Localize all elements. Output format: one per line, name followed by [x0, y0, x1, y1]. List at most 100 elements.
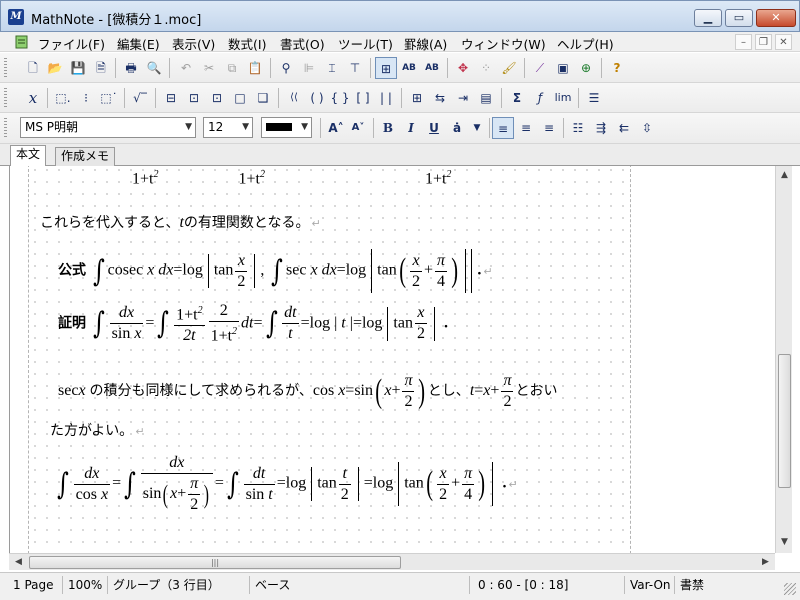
document-menu-icon[interactable]: [14, 34, 30, 50]
menu-formula[interactable]: 数式(I): [228, 34, 266, 53]
paren-icon[interactable]: ( ): [306, 87, 328, 109]
accent-icon[interactable]: ȧ: [446, 117, 468, 139]
vertical-scrollbar[interactable]: ▲ ▼: [775, 166, 792, 553]
text-box-icon[interactable]: ▤: [475, 87, 497, 109]
italic-icon[interactable]: I: [400, 117, 422, 139]
superscript-icon[interactable]: ⬚˙: [98, 87, 120, 109]
save-icon[interactable]: 💾: [67, 57, 89, 79]
document-area[interactable]: 1+t2 1+t2 1+t2 これらを代入すると、tの有理関数となる。 ↵ 公式 …: [9, 166, 775, 553]
brush-icon[interactable]: 🖌: [498, 57, 520, 79]
font-select[interactable]: MS P明朝 ▼: [20, 117, 196, 138]
scroll-up-icon[interactable]: ▲: [777, 168, 792, 183]
scroll-down-icon[interactable]: ▼: [777, 535, 792, 550]
font-shrink-icon[interactable]: A˅: [347, 117, 369, 139]
sqrt-icon[interactable]: √‾: [129, 87, 151, 109]
brace-icon[interactable]: { }: [329, 87, 351, 109]
scroll-left-icon[interactable]: ◀: [11, 555, 26, 570]
close-button[interactable]: ✕: [756, 9, 796, 27]
lines-icon[interactable]: ☰: [583, 87, 605, 109]
menu-help[interactable]: ヘルプ(H): [557, 34, 614, 53]
cut-icon[interactable]: ✂: [198, 57, 220, 79]
shadow-frame-icon[interactable]: ❑: [252, 87, 274, 109]
doc-close-button[interactable]: ✕: [775, 34, 792, 50]
font-grow-icon[interactable]: A˄: [325, 117, 347, 139]
graph-icon[interactable]: ⟋: [529, 57, 551, 79]
scroll-right-icon[interactable]: ▶: [758, 555, 773, 570]
outdent-icon[interactable]: ⇇: [613, 117, 635, 139]
color-icon[interactable]: ✥: [452, 57, 474, 79]
align-center-icon[interactable]: ⌶: [321, 57, 343, 79]
abs-icon[interactable]: | |: [375, 87, 397, 109]
bullet-list-icon[interactable]: ☷: [567, 117, 589, 139]
align-top-icon[interactable]: ⊤: [344, 57, 366, 79]
copy-icon[interactable]: ⧉: [221, 57, 243, 79]
color-select[interactable]: ▼: [261, 117, 312, 138]
fraction-icon[interactable]: ⊟: [160, 87, 182, 109]
dots-icon[interactable]: ⁘: [475, 57, 497, 79]
align-left-icon[interactable]: ≡: [492, 117, 514, 139]
bold-icon[interactable]: B: [377, 117, 399, 139]
color-swatch: [266, 123, 292, 131]
maximize-button[interactable]: ▭: [725, 9, 753, 27]
text-mode-icon[interactable]: AB: [398, 57, 420, 79]
image-icon[interactable]: ▣: [552, 57, 574, 79]
frame-icon[interactable]: □: [229, 87, 251, 109]
math-app-icon[interactable]: M: [8, 9, 24, 25]
align-right-icon[interactable]: ≡: [538, 117, 560, 139]
bracket-icon[interactable]: [ ]: [352, 87, 374, 109]
properties-icon[interactable]: 🗎: [90, 57, 112, 79]
stack-icon[interactable]: ⁝: [75, 87, 97, 109]
align-baseline-icon[interactable]: ⊫: [298, 57, 320, 79]
grid-display-icon[interactable]: ⊞: [375, 57, 397, 79]
math-mode-icon[interactable]: AB: [421, 57, 443, 79]
doc-restore-button[interactable]: ❐: [755, 34, 772, 50]
function-icon[interactable]: ƒ: [529, 87, 551, 109]
menu-edit[interactable]: 編集(E): [117, 34, 160, 53]
menu-tools[interactable]: ツール(T): [338, 34, 393, 53]
toolbar-grip[interactable]: [4, 118, 7, 138]
tab-notes[interactable]: 作成メモ: [55, 147, 116, 166]
undo-icon[interactable]: ↶: [175, 57, 197, 79]
size-select[interactable]: 12 ▼: [203, 117, 253, 138]
underline-icon[interactable]: U: [423, 117, 445, 139]
chevron-down-icon[interactable]: ▼: [466, 117, 488, 139]
paste-icon[interactable]: 📋: [244, 57, 266, 79]
indent-icon[interactable]: ⇶: [590, 117, 612, 139]
find-icon[interactable]: ⚲: [275, 57, 297, 79]
subscript-icon[interactable]: ⬚.: [52, 87, 74, 109]
print-preview-icon[interactable]: 🔍: [143, 57, 165, 79]
sum-icon[interactable]: Σ: [506, 87, 528, 109]
size-value: 12: [208, 120, 224, 134]
toolbar-grip[interactable]: [4, 88, 7, 108]
mapsto-icon[interactable]: ⇥: [452, 87, 474, 109]
toolbar-grip[interactable]: [4, 58, 7, 78]
vertical-scroll-thumb[interactable]: [778, 354, 791, 488]
arrow-both-icon[interactable]: ⇆: [429, 87, 451, 109]
menu-view[interactable]: 表示(V): [172, 34, 215, 53]
matrix-icon[interactable]: ⊞: [406, 87, 428, 109]
open-folder-icon[interactable]: 📂: [44, 57, 66, 79]
double-paren-icon[interactable]: ⟨⟨: [283, 87, 305, 109]
menu-ruled-lines[interactable]: 罫線(A): [404, 34, 447, 53]
minimize-button[interactable]: ▁: [694, 9, 722, 27]
line-spacing-icon[interactable]: ⇳: [636, 117, 658, 139]
variable-icon[interactable]: 𝑥: [22, 87, 44, 109]
insert-icon[interactable]: ⊕: [575, 57, 597, 79]
menu-file[interactable]: ファイル(F): [38, 34, 105, 53]
box-icon-2[interactable]: ⊡: [206, 87, 228, 109]
new-document-icon[interactable]: 🗋: [22, 57, 44, 79]
doc-minimize-button[interactable]: –: [735, 34, 752, 50]
lim-icon[interactable]: lim: [552, 87, 574, 109]
menu-window[interactable]: ウィンドウ(W): [461, 34, 546, 53]
menu-format[interactable]: 書式(O): [280, 34, 325, 53]
status-group: グループ（3 行目）: [108, 576, 250, 594]
print-icon[interactable]: 🖶: [120, 57, 142, 79]
help-icon[interactable]: ?: [606, 57, 628, 79]
resize-grip-icon[interactable]: [784, 583, 796, 595]
align-center-text-icon[interactable]: ≡: [515, 117, 537, 139]
toolbar-math: 𝑥 ⬚. ⁝ ⬚˙ √‾ ⊟ ⊡ ⊡ □ ❑ ⟨⟨ ( ) { } [ ] | …: [0, 83, 800, 113]
tab-main-text[interactable]: 本文: [10, 145, 47, 166]
horizontal-scrollbar[interactable]: ◀ ||| ▶: [9, 553, 775, 570]
horizontal-scroll-thumb[interactable]: |||: [29, 556, 401, 569]
box-icon-1[interactable]: ⊡: [183, 87, 205, 109]
